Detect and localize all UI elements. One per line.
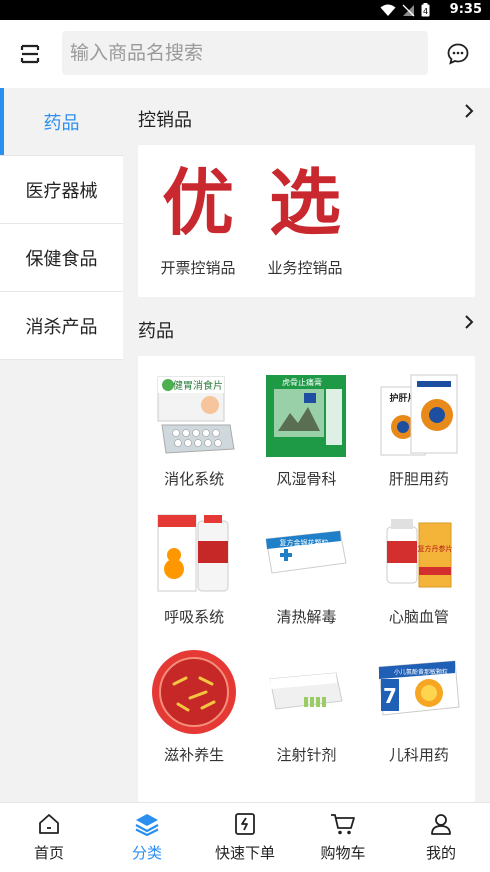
sidebar-item-medical-devices[interactable]: 医疗器械 — [0, 156, 123, 224]
sidebar-item-health-food[interactable]: 保健食品 — [0, 224, 123, 292]
status-time: 9:35 — [449, 2, 482, 17]
category-clearing-heat[interactable]: 复方金银花颗粒 清热解毒 — [250, 510, 362, 648]
svg-text:虎骨止痛膏: 虎骨止痛膏 — [282, 377, 322, 387]
section-title-controlled: 控销品 — [138, 110, 192, 131]
cart-icon — [331, 814, 355, 835]
search-box[interactable] — [62, 31, 428, 75]
category-label: 注射针剂 — [276, 746, 337, 764]
product-image-pediatric: 小儿氨酚黄那敏颗粒 7 — [375, 648, 463, 736]
sidebar-item-label: 保健食品 — [25, 248, 98, 270]
category-liver[interactable]: 护肝片 肝胆用药 — [363, 372, 475, 510]
category-label: 心脑血管 — [388, 608, 449, 626]
svg-text:健胃消食片: 健胃消食片 — [173, 379, 223, 392]
menu-button[interactable] — [14, 38, 46, 70]
nav-label: 分类 — [131, 844, 162, 862]
wifi-icon — [380, 4, 396, 16]
sidebar-item-label: 药品 — [43, 112, 80, 134]
product-image-tonic — [150, 648, 238, 736]
product-image-cardio: 复方丹参片 — [375, 510, 463, 598]
nav-cart[interactable]: 购物车 — [294, 803, 392, 872]
product-image-liver: 护肝片 — [375, 372, 463, 460]
category-label: 清热解毒 — [276, 608, 337, 626]
search-input[interactable] — [62, 31, 428, 75]
sidebar-item-label: 医疗器械 — [25, 180, 98, 202]
category-injection[interactable]: 注射针剂 — [250, 648, 362, 786]
signal-icon — [402, 4, 415, 16]
user-icon — [431, 814, 451, 835]
menu-icon — [20, 44, 40, 64]
message-button[interactable] — [442, 38, 474, 70]
category-digestive[interactable]: 健胃消食片 消化系统 — [138, 372, 250, 510]
controlled-item-label: 开票控销品 — [160, 259, 236, 277]
status-bar: 4 9:35 — [0, 0, 490, 20]
nav-quick-order[interactable]: 快速下单 — [196, 803, 294, 872]
banner-you-image: 优 — [161, 161, 234, 245]
controlled-card: 优 开票控销品 选 业务控销品 — [138, 145, 475, 297]
product-image-rheumatism: 虎骨止痛膏 — [262, 372, 350, 460]
sidebar-item-label: 消杀产品 — [25, 316, 98, 338]
category-label: 儿科用药 — [388, 746, 449, 764]
svg-text:小儿氨酚黄那敏颗粒: 小儿氨酚黄那敏颗粒 — [394, 668, 448, 676]
product-image-injection — [262, 648, 350, 736]
battery-icon: 4 — [421, 3, 430, 17]
section-title-drugs: 药品 — [138, 321, 174, 342]
drug-category-grid: 健胃消食片 消化系统 虎骨止痛膏 风湿骨科 护肝片 肝胆用药 呼吸系统 复方金银… — [138, 372, 475, 786]
category-pediatric[interactable]: 小儿氨酚黄那敏颗粒 7 儿科用药 — [363, 648, 475, 786]
nav-home[interactable]: 首页 — [0, 803, 98, 872]
nav-label: 首页 — [33, 844, 64, 862]
message-icon — [447, 43, 469, 65]
svg-text:复方丹参片: 复方丹参片 — [417, 544, 452, 553]
category-label: 肝胆用药 — [388, 470, 449, 488]
product-image-digestive: 健胃消食片 — [150, 372, 238, 460]
category-label: 消化系统 — [164, 470, 225, 488]
category-rheumatism[interactable]: 虎骨止痛膏 风湿骨科 — [250, 372, 362, 510]
controlled-item-label: 业务控销品 — [267, 259, 343, 277]
drugs-card: 健胃消食片 消化系统 虎骨止痛膏 风湿骨科 护肝片 肝胆用药 呼吸系统 复方金银… — [138, 356, 475, 802]
product-image-clearing-heat: 复方金银花颗粒 — [262, 510, 350, 598]
category-label: 呼吸系统 — [164, 608, 225, 626]
banner-xuan-image: 选 — [268, 161, 341, 245]
nav-label: 我的 — [425, 844, 456, 862]
product-image-respiratory — [150, 510, 238, 598]
sidebar-item-drugs[interactable]: 药品 — [0, 88, 123, 156]
top-header — [0, 20, 490, 88]
category-cardio[interactable]: 复方丹参片 心脑血管 — [363, 510, 475, 648]
category-label: 风湿骨科 — [276, 470, 337, 488]
category-label: 滋补养生 — [164, 746, 225, 764]
chevron-right-icon[interactable] — [462, 315, 476, 329]
layers-icon — [135, 814, 159, 836]
category-content: 控销品 优 开票控销品 选 业务控销品 药品 健胃消食片 消化系统 虎骨止痛膏 … — [123, 88, 490, 802]
quick-order-icon — [235, 813, 255, 835]
status-icons: 4 — [380, 3, 430, 17]
nav-label: 快速下单 — [214, 844, 275, 862]
sidebar-item-disinfection[interactable]: 消杀产品 — [0, 292, 123, 360]
category-respiratory[interactable]: 呼吸系统 — [138, 510, 250, 648]
nav-label: 购物车 — [320, 844, 366, 862]
controlled-invoice-item[interactable]: 优 开票控销品 — [153, 163, 243, 278]
home-icon — [39, 814, 59, 834]
category-sidebar: 药品 医疗器械 保健食品 消杀产品 — [0, 88, 123, 360]
svg-text:7: 7 — [383, 684, 397, 708]
svg-text:复方金银花颗粒: 复方金银花颗粒 — [280, 538, 329, 547]
nav-mine[interactable]: 我的 — [392, 803, 490, 872]
nav-category[interactable]: 分类 — [98, 803, 196, 872]
controlled-business-item[interactable]: 选 业务控销品 — [260, 163, 350, 278]
chevron-right-icon[interactable] — [462, 104, 476, 118]
svg-text:4: 4 — [423, 7, 428, 16]
bottom-nav: 首页 分类 快速下单 购物车 我的 — [0, 802, 490, 872]
category-tonic[interactable]: 滋补养生 — [138, 648, 250, 786]
